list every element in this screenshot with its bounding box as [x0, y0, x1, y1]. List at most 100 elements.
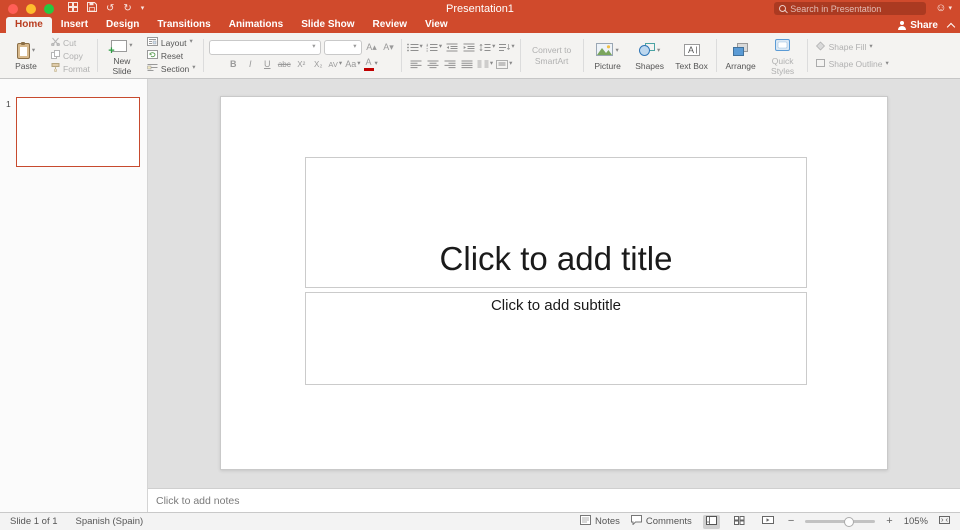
italic-button[interactable]: I [243, 58, 257, 72]
feedback-smiley-icon[interactable]: ☺▾ [935, 3, 952, 14]
character-spacing-button[interactable]: AV▾ [328, 58, 342, 72]
tab-insert[interactable]: Insert [52, 17, 97, 33]
comments-toggle-button[interactable]: Comments [631, 515, 692, 528]
shapes-button[interactable]: ▾ Shapes [631, 40, 669, 72]
zoom-in-button[interactable]: + [886, 516, 892, 527]
columns-button[interactable]: ▾ [477, 57, 493, 71]
quick-styles-button[interactable]: Quick Styles [764, 35, 802, 77]
underline-button[interactable]: U [260, 58, 274, 72]
ribbon-group-insert: ▾ Picture ▾ Shapes A Text Box [584, 35, 716, 76]
bold-button[interactable]: B [226, 58, 240, 72]
shape-fill-icon [815, 41, 826, 53]
slide-show-icon [762, 516, 774, 528]
line-spacing-button[interactable]: ▾ [479, 40, 495, 54]
search-input[interactable] [790, 4, 920, 14]
align-right-button[interactable] [443, 57, 457, 71]
copy-button[interactable]: Copy [49, 50, 92, 62]
align-text-button[interactable]: ▾ [496, 57, 512, 71]
copy-icon [51, 50, 60, 61]
normal-view-button[interactable] [703, 515, 720, 529]
picture-button[interactable]: ▾ Picture [589, 40, 627, 72]
tab-review[interactable]: Review [364, 17, 416, 33]
numbering-button[interactable]: ▾ [426, 40, 442, 54]
slide-thumbnail[interactable] [16, 97, 140, 167]
share-button[interactable]: Share [897, 20, 938, 31]
convert-to-smartart-button[interactable]: Convert to SmartArt [526, 45, 578, 65]
undo-icon[interactable]: ↺ [106, 4, 114, 14]
font-size-combo[interactable]: ▾ [324, 40, 362, 55]
superscript-button[interactable]: X² [294, 58, 308, 72]
collapse-ribbon-icon[interactable] [947, 22, 955, 30]
arrange-button[interactable]: Arrange [722, 40, 760, 72]
align-center-button[interactable] [426, 57, 440, 71]
shape-outline-icon [815, 58, 826, 70]
cut-button[interactable]: Cut [49, 37, 92, 49]
titlebar-right: ☺▾ [774, 2, 952, 15]
tab-animations[interactable]: Animations [220, 17, 292, 33]
shape-fill-button[interactable]: Shape Fill▾ [813, 41, 891, 53]
notes-toggle-button[interactable]: Notes [580, 515, 620, 528]
bullets-button[interactable]: ▾ [407, 40, 423, 54]
fit-slide-to-window-button[interactable] [939, 515, 950, 528]
zoom-level[interactable]: 105% [904, 516, 928, 527]
slide-canvas[interactable]: Click to add title Click to add subtitle [148, 79, 960, 488]
subtitle-placeholder[interactable]: Click to add subtitle [305, 292, 807, 385]
paste-dropdown-icon[interactable]: ▾ [32, 48, 35, 55]
tab-transitions[interactable]: Transitions [148, 17, 219, 33]
strikethrough-button[interactable]: abc [277, 58, 291, 72]
fullscreen-button[interactable] [44, 4, 54, 14]
layout-button[interactable]: Layout▾ [145, 37, 198, 49]
reset-button[interactable]: Reset [145, 50, 198, 62]
slide-thumbnail-number: 1 [6, 99, 11, 109]
search-box[interactable] [774, 2, 926, 15]
new-slide-button[interactable]: ▾ New Slide [103, 35, 141, 77]
tab-design[interactable]: Design [97, 17, 148, 33]
shape-fill-dropdown-icon: ▾ [869, 44, 872, 51]
cut-label: Cut [63, 38, 76, 48]
notes-pane[interactable]: Click to add notes [148, 488, 960, 512]
zoom-out-button[interactable]: − [788, 516, 794, 527]
font-color-button[interactable]: A▾ [364, 58, 378, 72]
redo-icon[interactable]: ↻ [123, 4, 131, 14]
change-case-button[interactable]: Aa▾ [345, 58, 360, 72]
align-left-button[interactable] [409, 57, 423, 71]
decrease-indent-button[interactable] [445, 40, 459, 54]
slide-sorter-view-button[interactable] [731, 515, 748, 529]
zoom-slider-thumb[interactable] [844, 517, 854, 527]
subscript-button[interactable]: X₂ [311, 58, 325, 72]
paste-button[interactable]: ▾ Paste [7, 40, 45, 72]
text-box-button[interactable]: A Text Box [673, 40, 711, 72]
quick-access-chevron-icon[interactable]: ▾ [141, 5, 145, 12]
language-indicator[interactable]: Spanish (Spain) [76, 516, 144, 527]
decrease-font-size-button[interactable]: A▾ [382, 40, 396, 54]
format-painter-button[interactable]: Format [49, 63, 92, 75]
text-direction-dropdown-icon: ▾ [511, 44, 514, 51]
new-slide-icon [111, 40, 127, 52]
section-button[interactable]: Section▾ [145, 63, 198, 75]
change-case-dropdown-icon: ▾ [357, 61, 360, 68]
close-button[interactable] [8, 4, 18, 14]
justify-button[interactable] [460, 57, 474, 71]
line-spacing-dropdown-icon: ▾ [492, 44, 495, 51]
tab-home[interactable]: Home [6, 17, 52, 33]
new-slide-dropdown-icon[interactable]: ▾ [129, 43, 132, 50]
subtitle-placeholder-text: Click to add subtitle [491, 297, 621, 314]
slide-show-view-button[interactable] [759, 515, 777, 529]
powerpoint-window: ↺ ↻ ▾ Presentation1 ☺▾ Home Insert Desig… [0, 0, 960, 530]
smiley-dropdown-icon: ▾ [948, 5, 952, 12]
increase-font-size-button[interactable]: A▴ [365, 40, 379, 54]
font-name-combo[interactable]: ▾ [209, 40, 321, 55]
increase-indent-button[interactable] [462, 40, 476, 54]
minimize-button[interactable] [26, 4, 36, 14]
ribbon-group-slides: ▾ New Slide Layout▾ Reset Section▾ [98, 35, 203, 76]
tab-view[interactable]: View [416, 17, 457, 33]
tab-slide-show[interactable]: Slide Show [292, 17, 363, 33]
shape-outline-button[interactable]: Shape Outline▾ [813, 58, 891, 70]
slide[interactable]: Click to add title Click to add subtitle [220, 96, 888, 470]
save-icon[interactable] [87, 2, 97, 15]
apps-grid-icon[interactable] [68, 2, 78, 15]
shape-outline-label: Shape Outline [829, 59, 883, 69]
title-placeholder[interactable]: Click to add title [305, 157, 807, 288]
text-direction-button[interactable]: ▾ [498, 40, 514, 54]
zoom-slider[interactable] [805, 520, 875, 523]
